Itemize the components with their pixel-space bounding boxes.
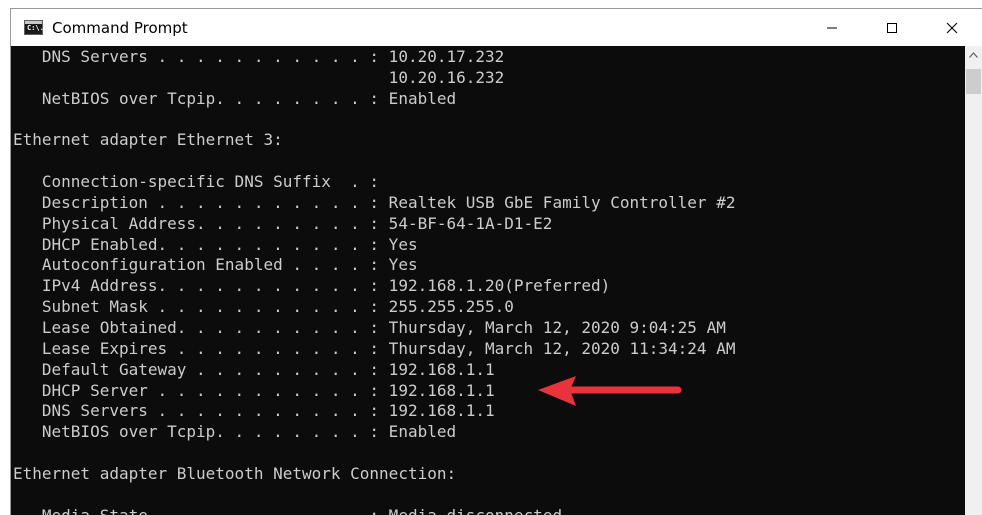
minimize-icon [827, 27, 837, 28]
console-line: IPv4 Address. . . . . . . . . . . : 192.… [13, 276, 611, 296]
console-line: Subnet Mask . . . . . . . . . . . : 255.… [13, 297, 514, 317]
scroll-up-button[interactable] [965, 46, 982, 64]
console-line: DNS Servers . . . . . . . . . . . : 192.… [13, 401, 495, 421]
console-line: NetBIOS over Tcpip. . . . . . . . : Enab… [13, 88, 457, 108]
console-line: DHCP Server . . . . . . . . . . . : 192.… [13, 380, 495, 400]
command-prompt-window: C:\. Command Prompt DNS Servers . . . . … [10, 8, 982, 515]
console-line: DHCP Enabled. . . . . . . . . . . : Yes [13, 234, 418, 254]
title-bar[interactable]: C:\. Command Prompt [11, 9, 982, 46]
close-icon [946, 22, 958, 33]
maximize-icon [887, 22, 897, 33]
console-text: DNS Servers . . . . . . . . . . . : 10.2… [13, 47, 735, 515]
maximize-button[interactable] [862, 9, 922, 46]
command-prompt-icon: C:\. [24, 20, 44, 35]
chevron-up-icon [969, 52, 978, 58]
console-line: Lease Expires . . . . . . . . . . : Thur… [13, 338, 736, 358]
vertical-scrollbar[interactable] [965, 46, 982, 515]
console-line: Autoconfiguration Enabled . . . . : Yes [13, 255, 418, 275]
console-output[interactable]: DNS Servers . . . . . . . . . . . : 10.2… [11, 46, 966, 515]
console-line: Default Gateway . . . . . . . . . : 192.… [13, 359, 495, 379]
console-line: Ethernet adapter Bluetooth Network Conne… [13, 463, 457, 483]
console-line: Description . . . . . . . . . . . : Real… [13, 192, 736, 212]
console-line: 10.20.16.232 [13, 67, 505, 87]
window-title: Command Prompt [52, 18, 188, 37]
console-line: Lease Obtained. . . . . . . . . . : Thur… [13, 317, 726, 337]
close-button[interactable] [922, 9, 982, 46]
console-line: Connection-specific DNS Suffix . : [13, 172, 380, 192]
console-line: NetBIOS over Tcpip. . . . . . . . : Enab… [13, 422, 457, 442]
console-line: Ethernet adapter Ethernet 3: [13, 130, 283, 150]
console-line: Physical Address. . . . . . . . . : 54-B… [13, 213, 553, 233]
console-line: Media State . . . . . . . . . . . : Medi… [13, 506, 735, 515]
scrollbar-thumb[interactable] [966, 69, 981, 94]
minimize-button[interactable] [802, 9, 862, 46]
console-line: DNS Servers . . . . . . . . . . . : 10.2… [13, 47, 505, 66]
